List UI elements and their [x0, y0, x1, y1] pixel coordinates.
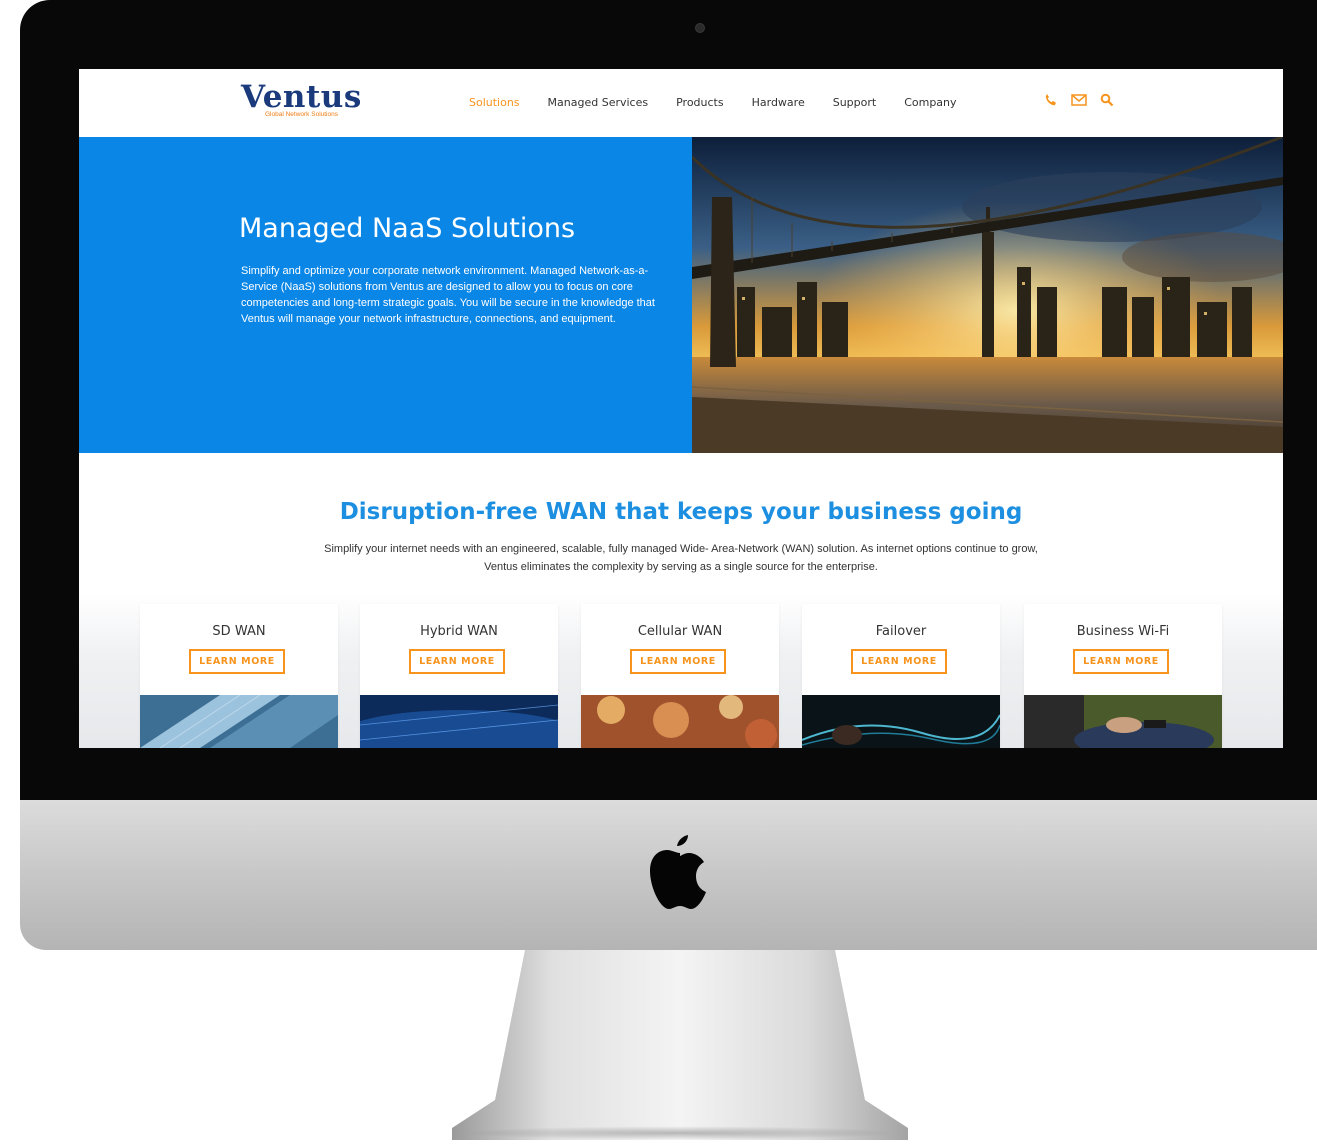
learn-more-button[interactable]: LEARN MORE — [409, 649, 505, 674]
card-image — [360, 695, 558, 748]
header-icons — [1044, 93, 1114, 107]
card-title: Business Wi-Fi — [1076, 624, 1170, 639]
mail-icon[interactable] — [1071, 93, 1087, 107]
nav-item-support[interactable]: Support — [833, 96, 876, 109]
section-description: Simplify your internet needs with an eng… — [324, 543, 1038, 573]
card-title: Cellular WAN — [637, 624, 723, 639]
card-image — [1024, 695, 1222, 748]
site-header: Ventus Global Network Solutions Solution… — [79, 69, 1283, 137]
card-title: Hybrid WAN — [420, 624, 498, 639]
hero-banner: Managed NaaS Solutions Simplify and opti… — [79, 137, 692, 453]
phone-icon[interactable] — [1044, 93, 1058, 107]
search-icon[interactable] — [1100, 93, 1114, 107]
site-logo[interactable]: Ventus — [241, 79, 362, 115]
section-title: Disruption-free WAN that keeps your busi… — [339, 499, 1023, 525]
main-nav: Solutions Managed Services Products Hard… — [469, 96, 985, 109]
logo-tagline: Global Network Solutions — [265, 111, 338, 118]
card-image — [140, 695, 338, 748]
nav-item-solutions[interactable]: Solutions — [469, 96, 520, 109]
stand-shadow — [460, 1126, 900, 1140]
card-sd-wan: SD WAN LEARN MORE — [140, 604, 338, 748]
learn-more-button[interactable]: LEARN MORE — [630, 649, 726, 674]
card-title: Failover — [875, 624, 927, 639]
card-failover: Failover LEARN MORE — [802, 604, 1000, 748]
card-title: SD WAN — [212, 624, 266, 639]
card-cellular-wan: Cellular WAN LEARN MORE — [581, 604, 779, 748]
card-hybrid-wan: Hybrid WAN LEARN MORE — [360, 604, 558, 748]
apple-logo-icon — [650, 835, 706, 909]
nav-item-hardware[interactable]: Hardware — [752, 96, 805, 109]
card-business-wifi: Business Wi-Fi LEARN MORE — [1024, 604, 1222, 748]
learn-more-button[interactable]: LEARN MORE — [1073, 649, 1169, 674]
nav-item-company[interactable]: Company — [904, 96, 956, 109]
hero-title: Managed NaaS Solutions — [239, 213, 576, 244]
learn-more-button[interactable]: LEARN MORE — [189, 649, 285, 674]
hero-image — [692, 137, 1283, 453]
nav-item-managed-services[interactable]: Managed Services — [548, 96, 649, 109]
nav-item-products[interactable]: Products — [676, 96, 724, 109]
hero-description: Simplify and optimize your corporate net… — [241, 265, 655, 325]
imac-stand — [452, 950, 908, 1140]
camera-icon — [695, 23, 705, 33]
website-screen: Ventus Global Network Solutions Solution… — [79, 69, 1283, 748]
learn-more-button[interactable]: LEARN MORE — [851, 649, 947, 674]
card-image — [581, 695, 779, 748]
card-image — [802, 695, 1000, 748]
